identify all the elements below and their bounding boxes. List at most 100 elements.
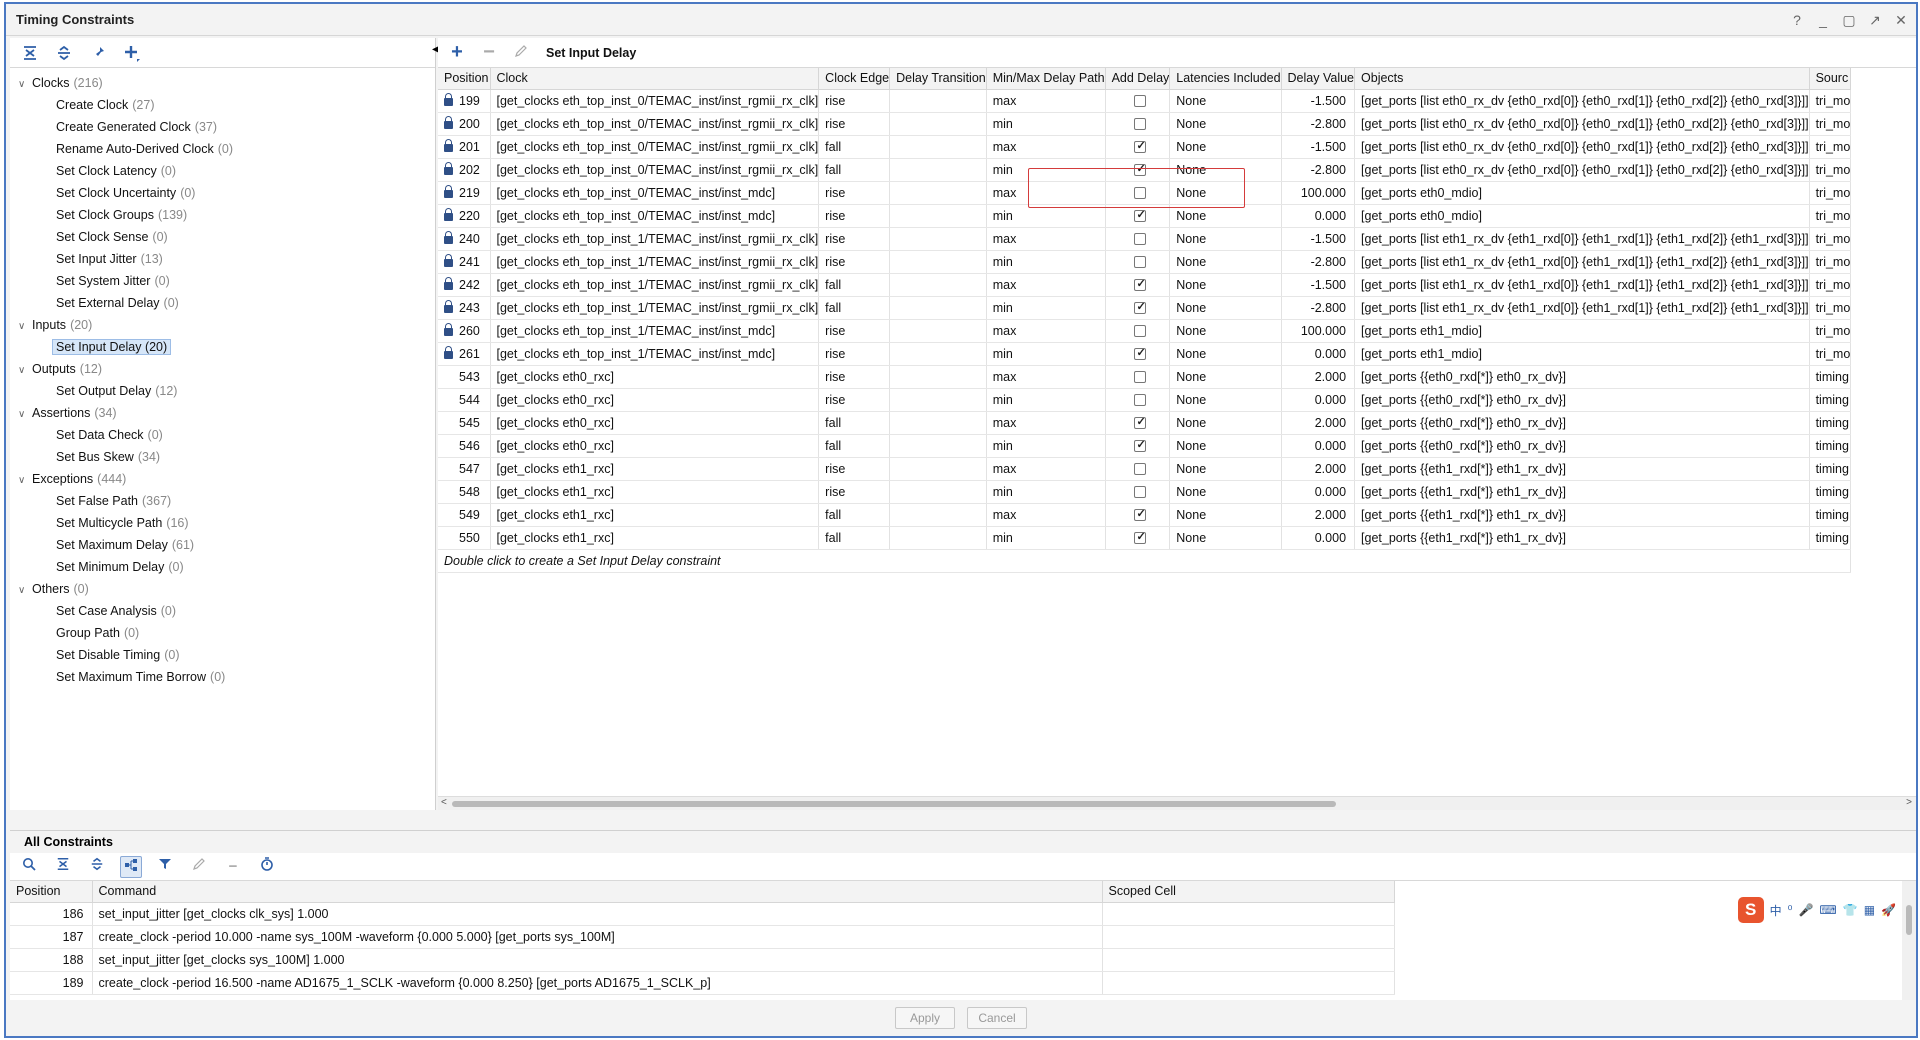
delay-transition-cell[interactable] <box>889 365 987 389</box>
tree-item[interactable]: Set Maximum Delay (61) <box>10 534 435 556</box>
restore-icon[interactable]: ▢ <box>1842 12 1856 29</box>
delay-value-cell[interactable]: 2.000 <box>1281 365 1356 389</box>
minmax-cell[interactable]: min <box>986 342 1106 366</box>
minmax-cell[interactable]: max <box>986 457 1106 481</box>
clock-cell[interactable]: [get_clocks eth_top_inst_0/TEMAC_inst/in… <box>490 89 820 113</box>
tree-category[interactable]: ∨ Assertions (34) <box>10 402 435 424</box>
help-icon[interactable]: ? <box>1790 12 1804 29</box>
delay-value-cell[interactable]: -1.500 <box>1281 89 1356 113</box>
tree-item[interactable]: Set Clock Latency (0) <box>10 160 435 182</box>
latencies-cell[interactable]: None <box>1169 296 1282 320</box>
table-row[interactable]: 202 [get_clocks eth_top_inst_0/TEMAC_inst… <box>438 158 1852 182</box>
latencies-cell[interactable]: None <box>1169 227 1282 251</box>
clock-edge-cell[interactable]: rise <box>818 342 891 366</box>
minmax-cell[interactable]: max <box>986 319 1106 343</box>
delay-transition-cell[interactable] <box>889 135 987 159</box>
objects-cell[interactable]: [get_ports eth0_mdio] <box>1354 204 1810 228</box>
collapse-all-icon[interactable] <box>52 856 74 878</box>
objects-cell[interactable]: [get_ports [list eth1_rx_dv {eth1_rxd[0]… <box>1354 273 1810 297</box>
column-header[interactable]: Scoped Cell <box>1102 881 1395 903</box>
tree-category[interactable]: ∨ Outputs (12) <box>10 358 435 380</box>
clock-edge-cell[interactable]: rise <box>818 480 891 504</box>
expand-all-icon[interactable] <box>86 856 108 878</box>
clock-edge-cell[interactable]: fall <box>818 434 891 458</box>
latencies-cell[interactable]: None <box>1169 411 1282 435</box>
minmax-cell[interactable]: min <box>986 112 1106 136</box>
delay-value-cell[interactable]: 100.000 <box>1281 181 1356 205</box>
minmax-cell[interactable]: max <box>986 503 1106 527</box>
tree-item[interactable]: Set External Delay (0) <box>10 292 435 314</box>
clock-cell[interactable]: [get_clocks eth_top_inst_0/TEMAC_inst/in… <box>490 135 820 159</box>
clock-cell[interactable]: [get_clocks eth_top_inst_1/TEMAC_inst/in… <box>490 342 820 366</box>
delay-value-cell[interactable]: 2.000 <box>1281 457 1356 481</box>
command-cell[interactable]: set_input_jitter [get_clocks clk_sys] 1.… <box>92 902 1103 926</box>
minimize-icon[interactable]: _ <box>1816 12 1830 29</box>
delay-value-cell[interactable]: 0.000 <box>1281 480 1356 504</box>
minmax-cell[interactable]: max <box>986 135 1106 159</box>
tree-item[interactable]: Rename Auto-Derived Clock (0) <box>10 138 435 160</box>
punctuation-icon[interactable]: ⁰ <box>1788 903 1793 917</box>
latencies-cell[interactable]: None <box>1169 89 1282 113</box>
column-header[interactable]: Delay Value <box>1281 68 1356 90</box>
tree-item[interactable]: Set Clock Groups (139) <box>10 204 435 226</box>
latencies-cell[interactable]: None <box>1169 319 1282 343</box>
delay-transition-cell[interactable] <box>889 319 987 343</box>
minmax-cell[interactable]: max <box>986 181 1106 205</box>
objects-cell[interactable]: [get_ports [list eth0_rx_dv {eth0_rxd[0]… <box>1354 158 1810 182</box>
delay-value-cell[interactable]: -1.500 <box>1281 135 1356 159</box>
table-row[interactable]: 543 [get_clocks eth0_rxc] rise max None 2.000… <box>438 365 1852 389</box>
add-delay-checkbox[interactable] <box>1134 463 1147 476</box>
expand-all-icon[interactable] <box>52 41 76 65</box>
chevron-down-icon[interactable]: ∨ <box>18 360 32 382</box>
close-icon[interactable]: ✕ <box>1894 12 1908 29</box>
clock-cell[interactable]: [get_clocks eth0_rxc] <box>490 365 820 389</box>
objects-cell[interactable]: [get_ports eth1_mdio] <box>1354 319 1810 343</box>
delay-transition-cell[interactable] <box>889 204 987 228</box>
table-row[interactable]: 220 [get_clocks eth_top_inst_0/TEMAC_inst… <box>438 204 1852 228</box>
latencies-cell[interactable]: None <box>1169 204 1282 228</box>
vertical-scrollbar[interactable] <box>1902 881 1916 1003</box>
clock-edge-cell[interactable]: fall <box>818 411 891 435</box>
clock-cell[interactable]: [get_clocks eth_top_inst_0/TEMAC_inst/in… <box>490 181 820 205</box>
add-delay-checkbox[interactable] <box>1134 394 1147 407</box>
apps-icon[interactable]: ▦ <box>1864 903 1875 917</box>
chevron-down-icon[interactable]: ∨ <box>18 316 32 338</box>
clock-edge-cell[interactable]: fall <box>818 526 891 550</box>
delay-value-cell[interactable]: -2.800 <box>1281 250 1356 274</box>
add-constraint-icon[interactable] <box>120 41 144 65</box>
latencies-cell[interactable]: None <box>1169 158 1282 182</box>
clock-edge-cell[interactable]: rise <box>818 112 891 136</box>
latencies-cell[interactable]: None <box>1169 181 1282 205</box>
latencies-cell[interactable]: None <box>1169 112 1282 136</box>
minmax-cell[interactable]: max <box>986 227 1106 251</box>
minmax-cell[interactable]: min <box>986 388 1106 412</box>
clock-edge-cell[interactable]: rise <box>818 250 891 274</box>
delay-transition-cell[interactable] <box>889 411 987 435</box>
table-row[interactable]: 546 [get_clocks eth0_rxc]fall min None0.000… <box>438 434 1852 458</box>
objects-cell[interactable]: [get_ports {{eth1_rxd[*]} eth1_rx_dv}] <box>1354 503 1810 527</box>
delay-value-cell[interactable]: 0.000 <box>1281 434 1356 458</box>
table-row[interactable]: 241 [get_clocks eth_top_inst_1/TEMAC_inst… <box>438 250 1852 274</box>
tree-item[interactable]: Set Clock Sense (0) <box>10 226 435 248</box>
delay-value-cell[interactable]: 0.000 <box>1281 388 1356 412</box>
table-row[interactable]: 243 [get_clocks eth_top_inst_1/TEMAC_inst… <box>438 296 1852 320</box>
delay-value-cell[interactable]: 2.000 <box>1281 503 1356 527</box>
scroll-thumb[interactable] <box>1906 905 1912 935</box>
clock-cell[interactable]: [get_clocks eth_top_inst_1/TEMAC_inst/in… <box>490 319 820 343</box>
add-delay-checkbox[interactable] <box>1134 415 1147 430</box>
command-cell[interactable]: create_clock -period 10.000 -name sys_10… <box>92 925 1103 949</box>
add-delay-checkbox[interactable] <box>1134 325 1147 338</box>
minmax-cell[interactable]: min <box>986 480 1106 504</box>
scroll-left-icon[interactable]: < <box>441 797 447 808</box>
clock-edge-cell[interactable]: rise <box>818 388 891 412</box>
delay-transition-cell[interactable] <box>889 112 987 136</box>
column-header[interactable]: Objects <box>1354 68 1810 90</box>
objects-cell[interactable]: [get_ports [list eth1_rx_dv {eth1_rxd[0]… <box>1354 296 1810 320</box>
column-header[interactable]: Position <box>10 881 93 903</box>
delay-transition-cell[interactable] <box>889 89 987 113</box>
clock-edge-cell[interactable]: rise <box>818 227 891 251</box>
delay-value-cell[interactable]: 0.000 <box>1281 526 1356 550</box>
pin-icon[interactable] <box>86 41 110 65</box>
clock-edge-cell[interactable]: fall <box>818 296 891 320</box>
tree-item[interactable]: Create Generated Clock (37) <box>10 116 435 138</box>
